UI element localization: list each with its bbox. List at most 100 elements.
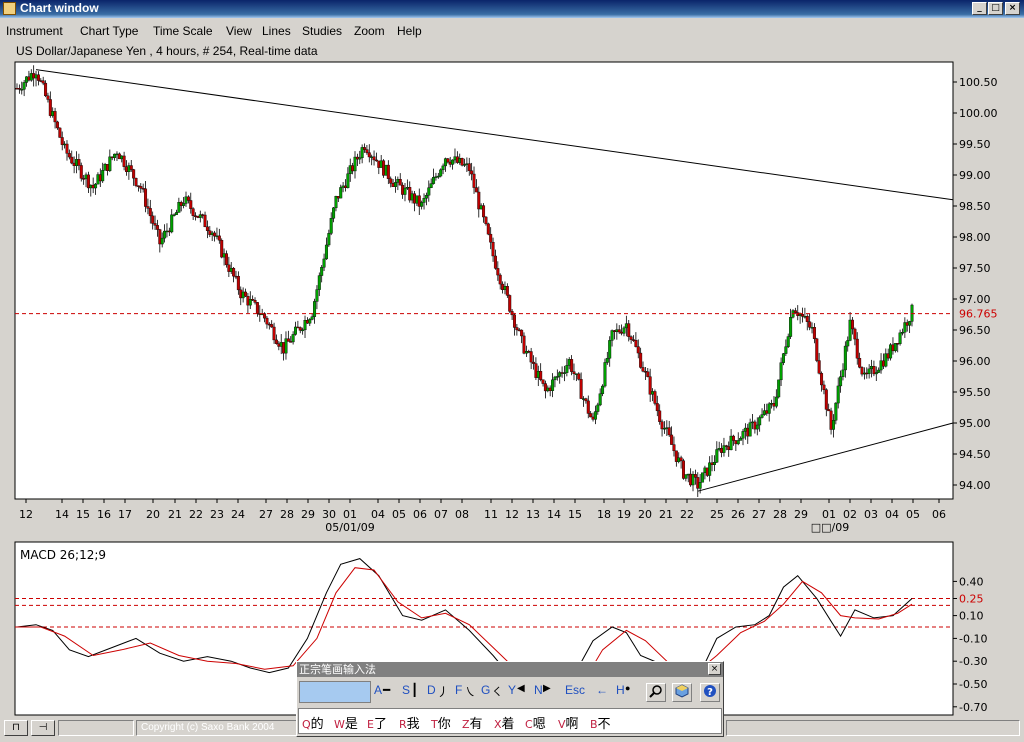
candle-body xyxy=(151,215,155,224)
candle-body xyxy=(589,413,593,418)
candle-body xyxy=(44,82,48,97)
ime-key-backspace[interactable]: ← xyxy=(596,683,608,697)
ime-key-n[interactable]: N xyxy=(534,683,543,697)
magnifier-icon[interactable] xyxy=(646,683,666,702)
prev-page-icon[interactable]: ◀ xyxy=(517,683,525,694)
ime-candidate[interactable]: Z有 xyxy=(462,713,483,732)
candle-body xyxy=(186,196,190,201)
ime-candidate[interactable]: Q的 xyxy=(302,713,324,732)
candle-body xyxy=(363,147,367,150)
ime-title-bar[interactable]: 正宗笔画输入法 xyxy=(297,662,723,677)
candle-body xyxy=(786,336,790,347)
candle-body xyxy=(781,353,785,363)
candle-body xyxy=(636,346,640,354)
price-tick-label: 99.50 xyxy=(959,138,991,151)
date-tick-label: 28 xyxy=(773,508,787,521)
close-button[interactable]: × xyxy=(1005,2,1020,15)
ime-candidate[interactable]: R我 xyxy=(399,713,420,732)
status-button-2[interactable]: ⊣ xyxy=(31,720,55,736)
ime-key-y[interactable]: Y xyxy=(508,683,516,697)
candle-body xyxy=(451,159,455,165)
candle-body xyxy=(496,268,500,276)
ime-close-button[interactable]: × xyxy=(708,663,721,675)
candle-body xyxy=(253,300,257,303)
candle-body xyxy=(586,400,590,414)
cube-icon[interactable] xyxy=(672,683,692,702)
candle-body xyxy=(315,289,319,302)
price-tick-label: 97.50 xyxy=(959,262,991,275)
date-tick-label: 25 xyxy=(710,508,724,521)
window-title: Chart window xyxy=(20,1,99,15)
ime-key-s[interactable]: S xyxy=(402,683,410,697)
candle-body xyxy=(755,424,759,430)
candle-body xyxy=(144,188,148,207)
stroke-horizontal-icon: ━ xyxy=(383,683,391,697)
ime-key-esc[interactable]: Esc xyxy=(565,683,585,697)
ime-key-h[interactable]: H xyxy=(616,683,625,697)
price-tick-label: 100.50 xyxy=(959,76,998,89)
ime-key-f[interactable]: F xyxy=(455,683,462,697)
chart-heading: US Dollar/Japanese Yen , 4 hours, # 254,… xyxy=(16,44,318,58)
ime-candidate[interactable]: V啊 xyxy=(558,713,579,732)
menu-chart-type[interactable]: Chart Type xyxy=(80,24,138,38)
menu-studies[interactable]: Studies xyxy=(302,24,342,38)
candle-body xyxy=(398,179,402,186)
menu-view[interactable]: View xyxy=(226,24,252,38)
menu-lines[interactable]: Lines xyxy=(262,24,291,38)
maximize-button[interactable]: □ xyxy=(988,2,1003,15)
price-plot-area xyxy=(14,61,954,500)
candle-body xyxy=(174,212,178,215)
candle-body xyxy=(908,321,912,326)
menu-instrument[interactable]: Instrument xyxy=(6,24,63,38)
candle-body xyxy=(817,360,821,374)
candle-body xyxy=(584,398,588,402)
candle-body xyxy=(101,170,105,182)
ime-key-g[interactable]: G xyxy=(481,683,490,697)
price-chart[interactable]: 100.50 100.00 99.50 99.00 98.50 98.00 97.50 97.… xyxy=(0,58,1024,536)
ime-candidate[interactable]: T你 xyxy=(431,713,451,732)
ime-candidate[interactable]: X着 xyxy=(494,713,515,732)
stroke-left-falling-icon: 丿 xyxy=(437,685,450,699)
candle-body xyxy=(467,163,471,171)
minimize-button[interactable]: _ xyxy=(972,2,987,15)
candle-body xyxy=(515,327,519,331)
candle-body xyxy=(601,385,605,394)
candle-body xyxy=(46,95,50,100)
ime-candidate[interactable]: W是 xyxy=(334,713,358,732)
status-field xyxy=(58,720,134,736)
menu-zoom[interactable]: Zoom xyxy=(354,24,385,38)
ime-candidate[interactable]: E了 xyxy=(367,713,387,732)
ime-candidate[interactable]: C嗯 xyxy=(525,713,546,732)
candle-body xyxy=(508,295,512,312)
menu-help[interactable]: Help xyxy=(397,24,422,38)
date-axis: 12 14 15 16 17 20 21 22 23 24 27 28 29 30 01 04 05 06 07 08… xyxy=(19,499,946,534)
help-icon[interactable]: ? xyxy=(700,683,720,702)
next-page-icon[interactable]: ▶ xyxy=(543,683,551,694)
ime-key-d[interactable]: D xyxy=(427,683,436,697)
stroke-vertical-icon: ┃ xyxy=(411,683,419,697)
ime-panel[interactable]: 正宗笔画输入法 × A ━ S ┃ D 丿 F ㇏ G ㇛ Y ◀ N ▶ Es… xyxy=(296,661,724,737)
candle-body xyxy=(815,338,819,361)
candle-body xyxy=(627,323,631,337)
candle-body xyxy=(365,149,369,153)
candle-body xyxy=(641,367,645,372)
ime-input-box[interactable] xyxy=(299,681,371,703)
candle-body xyxy=(427,187,431,196)
candle-body xyxy=(489,233,493,243)
candle-body xyxy=(274,339,278,344)
ime-toolbar: A ━ S ┃ D 丿 F ㇏ G ㇛ Y ◀ N ▶ Esc ← H ● ? xyxy=(298,680,722,706)
menu-time-scale[interactable]: Time Scale xyxy=(153,24,213,38)
ime-key-a[interactable]: A xyxy=(374,683,382,697)
candle-body xyxy=(160,237,164,245)
candle-body xyxy=(129,165,133,170)
status-button-1[interactable]: ⊓ xyxy=(4,720,28,736)
candle-body xyxy=(693,474,697,478)
candle-body xyxy=(660,421,664,430)
candle-body xyxy=(148,208,152,217)
ime-candidate[interactable]: B不 xyxy=(590,713,611,732)
candle-body xyxy=(77,159,81,166)
candle-body xyxy=(310,316,314,320)
candle-body xyxy=(532,361,536,364)
candle-body xyxy=(653,391,657,404)
candle-body xyxy=(393,182,397,187)
